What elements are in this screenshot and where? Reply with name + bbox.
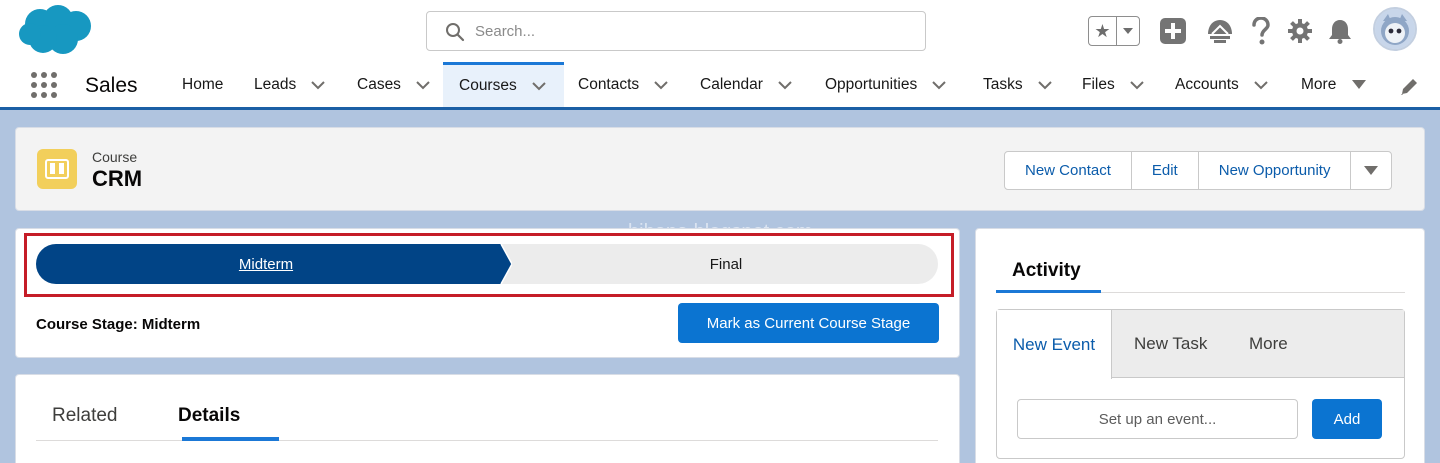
- nav-item-label: Accounts: [1175, 75, 1239, 93]
- new-opportunity-button[interactable]: New Opportunity: [1199, 152, 1352, 189]
- mark-current-stage-button[interactable]: Mark as Current Course Stage: [678, 303, 939, 343]
- app-nav-bar: Sales Home Leads Cases Courses Contacts …: [0, 62, 1440, 110]
- current-stage-label: Course Stage: Midterm: [36, 316, 201, 333]
- chevron-down-icon[interactable]: [310, 80, 326, 90]
- tab-more[interactable]: More: [1249, 310, 1288, 378]
- add-icon: [1160, 18, 1186, 44]
- chevron-down-icon[interactable]: [1129, 80, 1145, 90]
- global-actions-button[interactable]: [1158, 16, 1188, 46]
- star-icon: ★: [1089, 17, 1117, 45]
- caret-down-icon: [1123, 28, 1133, 34]
- course-object-icon: [37, 149, 77, 189]
- nav-item-label: Contacts: [578, 75, 640, 93]
- nav-item-courses[interactable]: Courses: [443, 62, 564, 107]
- event-input[interactable]: Set up an event...: [1017, 399, 1298, 439]
- nav-item-home[interactable]: Home: [182, 62, 223, 107]
- nav-item-tasks[interactable]: Tasks: [983, 62, 1053, 107]
- nav-item-files[interactable]: Files: [1082, 62, 1145, 107]
- record-title: CRM: [92, 166, 143, 191]
- nav-item-label: Courses: [459, 77, 517, 94]
- app-launcher-icon[interactable]: [31, 72, 57, 98]
- nav-item-label: Cases: [357, 75, 401, 93]
- tab-details[interactable]: Details: [178, 405, 240, 427]
- path-track: Midterm Final: [36, 244, 938, 284]
- nav-item-contacts[interactable]: Contacts: [578, 62, 669, 107]
- activity-title[interactable]: Activity: [1012, 260, 1081, 282]
- record-actions: New Contact Edit New Opportunity: [1004, 151, 1393, 190]
- nav-item-calendar[interactable]: Calendar: [700, 62, 793, 107]
- caret-down-icon: [1364, 166, 1379, 175]
- nav-item-accounts[interactable]: Accounts: [1175, 62, 1269, 107]
- favorites-button[interactable]: ★: [1088, 16, 1140, 46]
- activity-tabs: New Event New Task More: [997, 310, 1404, 379]
- notifications-button[interactable]: [1325, 16, 1355, 46]
- user-avatar[interactable]: [1373, 7, 1417, 51]
- nav-item-cases[interactable]: Cases: [357, 62, 431, 107]
- book-icon: [45, 159, 69, 179]
- activity-tab-indicator: [996, 290, 1101, 293]
- tab-related[interactable]: Related: [52, 405, 118, 427]
- path-stage-midterm[interactable]: Midterm: [36, 244, 496, 284]
- nav-item-label: Tasks: [983, 75, 1023, 93]
- activity-card: Activity New Event New Task More Set up …: [975, 228, 1425, 463]
- setup-button[interactable]: [1285, 16, 1315, 46]
- chevron-down-icon[interactable]: [415, 80, 431, 90]
- nav-item-opportunities[interactable]: Opportunities: [825, 62, 947, 107]
- nav-item-label: Opportunities: [825, 75, 918, 93]
- edit-nav-pencil-icon[interactable]: [1398, 76, 1420, 98]
- nav-item-label: Home: [182, 75, 224, 93]
- chevron-down-icon[interactable]: [531, 81, 547, 91]
- add-event-button[interactable]: Add: [1312, 399, 1382, 439]
- gear-icon: [1288, 19, 1312, 43]
- nav-item-label: More: [1301, 75, 1337, 93]
- global-header: Search... ★: [0, 0, 1440, 62]
- salesforce-logo[interactable]: [18, 4, 94, 58]
- path-card: Midterm Final Course Stage: Midterm Mark…: [15, 228, 960, 358]
- nav-item-more[interactable]: More: [1301, 62, 1367, 107]
- search-icon: [446, 23, 465, 42]
- help-button[interactable]: [1246, 16, 1276, 46]
- activity-composer: New Event New Task More Set up an event.…: [996, 309, 1405, 459]
- new-contact-button[interactable]: New Contact: [1005, 152, 1132, 189]
- path-stage-final[interactable]: Final: [514, 244, 938, 284]
- caret-down-icon: [1352, 80, 1367, 89]
- chevron-down-icon[interactable]: [1037, 80, 1053, 90]
- tab-new-event[interactable]: New Event: [997, 310, 1112, 379]
- nav-item-label: Files: [1082, 75, 1115, 93]
- nav-item-leads[interactable]: Leads: [254, 62, 326, 107]
- chevron-down-icon[interactable]: [931, 80, 947, 90]
- more-actions-button[interactable]: [1351, 152, 1391, 189]
- record-header: Course CRM New Contact Edit New Opportun…: [15, 127, 1425, 211]
- edit-button[interactable]: Edit: [1132, 152, 1199, 189]
- global-search[interactable]: Search...: [426, 11, 926, 51]
- favorites-menu-button[interactable]: [1117, 17, 1139, 45]
- record-type-label: Course: [92, 149, 138, 165]
- trailhead-button[interactable]: [1205, 16, 1235, 46]
- nav-item-label: Calendar: [700, 75, 763, 93]
- bell-icon: [1329, 20, 1351, 44]
- astro-avatar-icon: [1375, 9, 1415, 49]
- help-icon: [1252, 17, 1270, 45]
- tab-new-task[interactable]: New Task: [1134, 310, 1207, 378]
- search-placeholder: Search...: [475, 23, 536, 40]
- nav-item-label: Leads: [254, 75, 297, 93]
- chevron-down-icon[interactable]: [653, 80, 669, 90]
- app-name: Sales: [85, 74, 138, 97]
- active-tab-indicator: [182, 437, 279, 441]
- details-card: Related Details: [15, 374, 960, 463]
- chevron-down-icon[interactable]: [777, 80, 793, 90]
- record-tabs: Related Details: [36, 375, 938, 441]
- trailhead-icon: [1208, 20, 1232, 43]
- chevron-down-icon[interactable]: [1253, 80, 1269, 90]
